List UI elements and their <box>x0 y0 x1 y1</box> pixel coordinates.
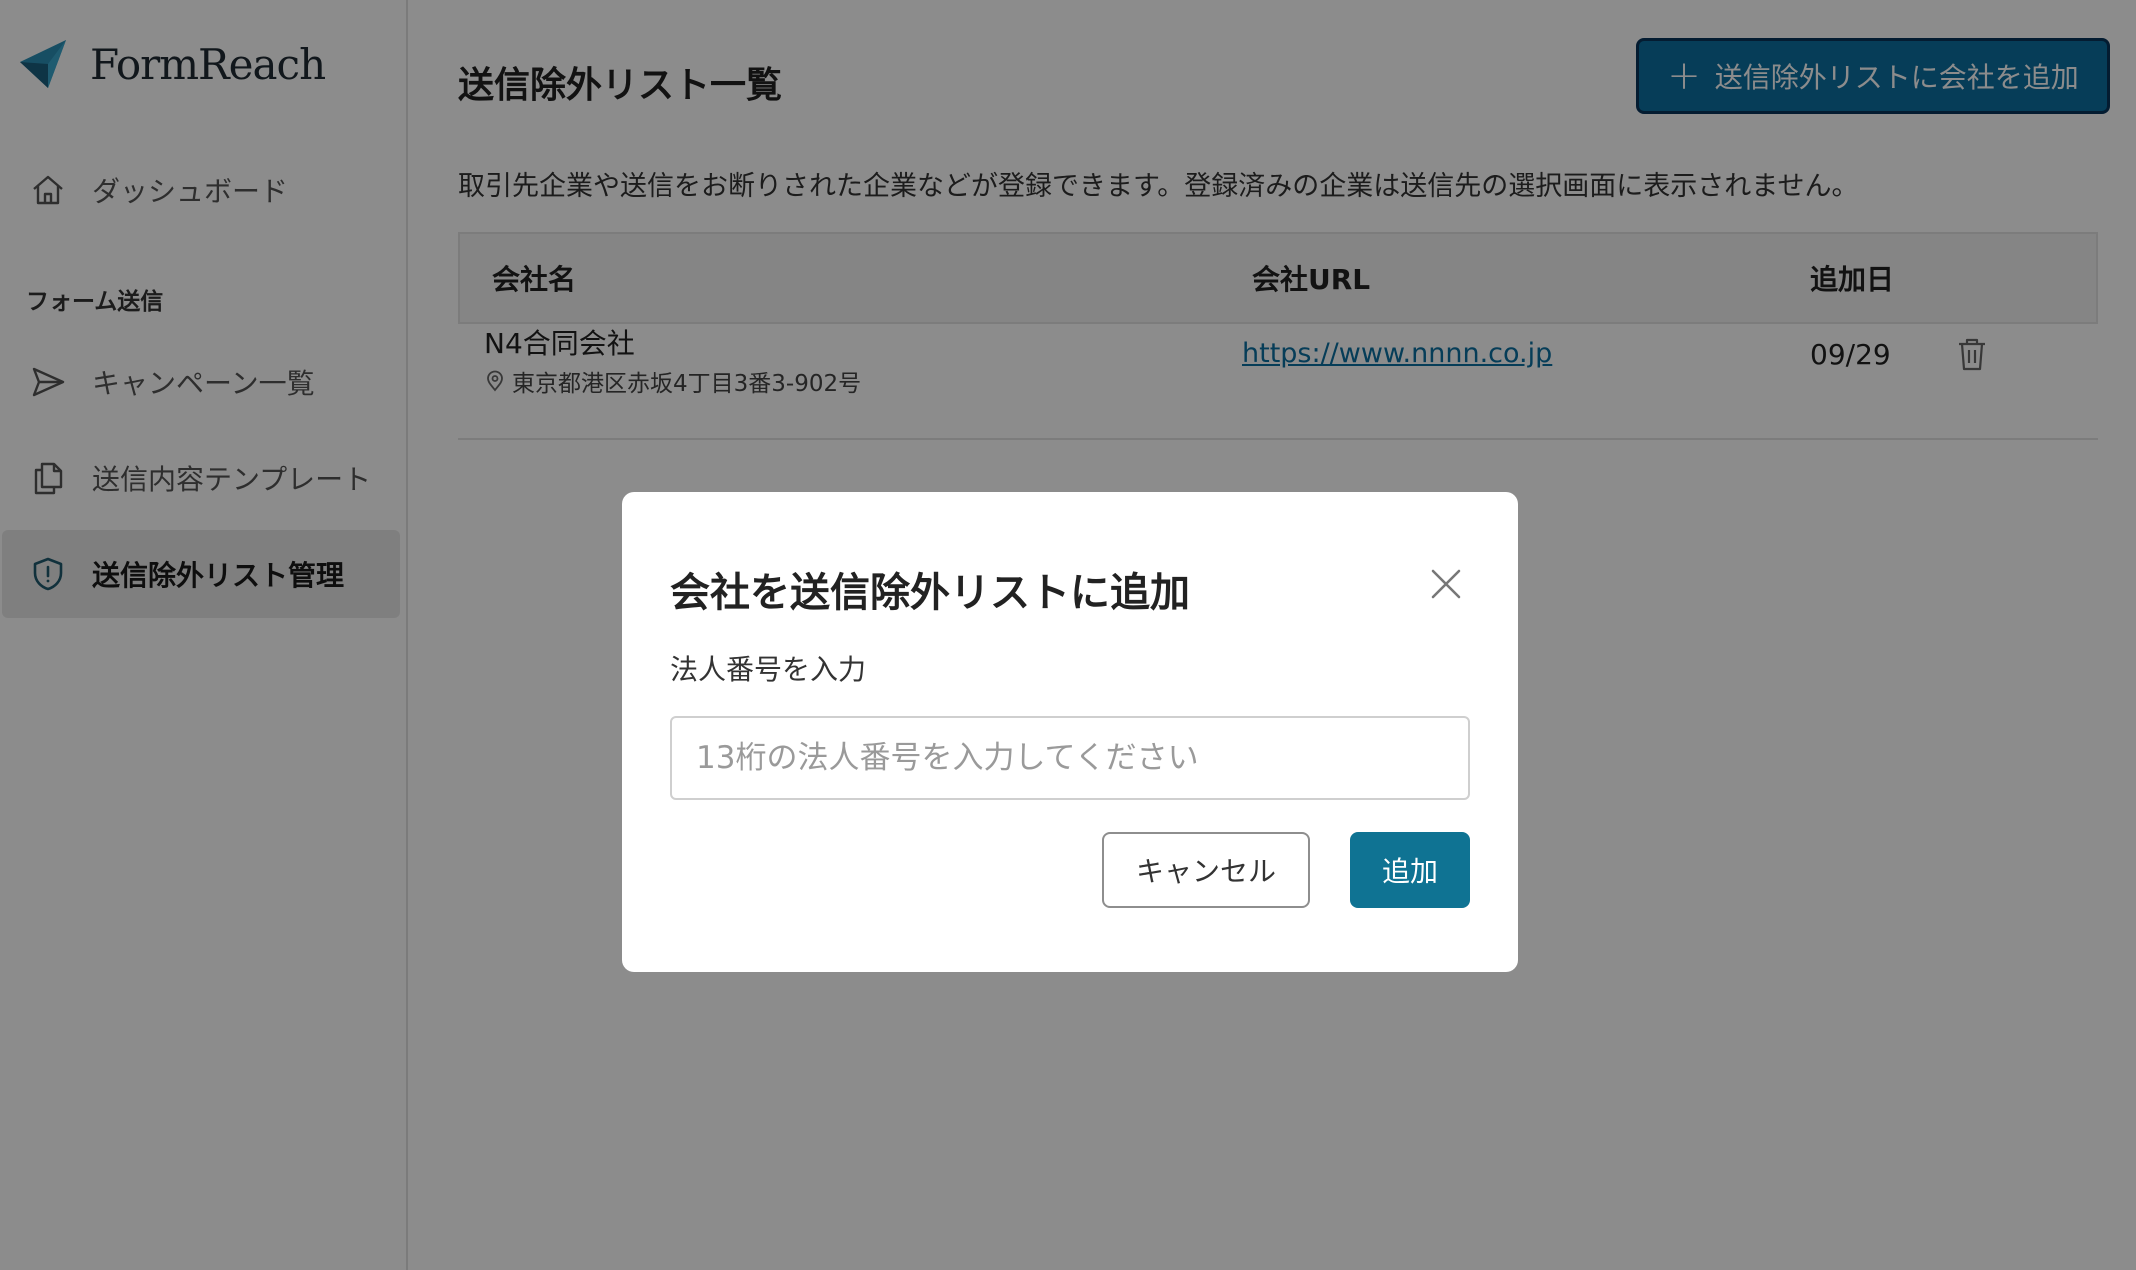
add-company-dialog: 会社を送信除外リストに追加 法人番号を入力 キャンセル 追加 <box>622 492 1518 972</box>
corporate-number-input[interactable] <box>670 716 1470 800</box>
corporate-number-label: 法人番号を入力 <box>670 653 867 686</box>
submit-add-button[interactable]: 追加 <box>1350 832 1470 908</box>
close-icon[interactable] <box>1428 566 1464 602</box>
cancel-button[interactable]: キャンセル <box>1102 832 1310 908</box>
dialog-title: 会社を送信除外リストに追加 <box>670 570 1190 616</box>
